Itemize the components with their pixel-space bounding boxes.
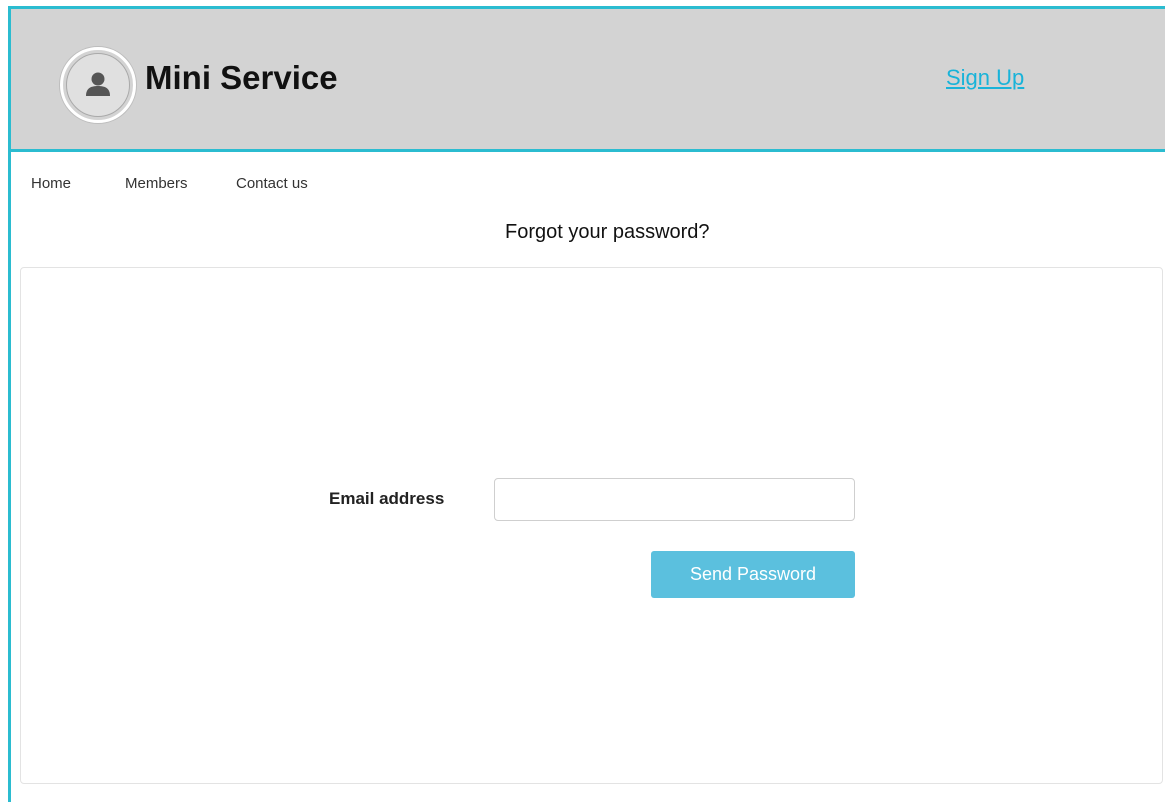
page-title: Forgot your password?	[505, 221, 710, 243]
nav-item-contact-us[interactable]: Contact us	[236, 174, 308, 194]
frame-top-border	[8, 6, 1165, 9]
app-title: Mini Service	[145, 59, 338, 96]
nav-item-home[interactable]: Home	[31, 174, 71, 194]
email-field[interactable]	[494, 478, 855, 521]
user-icon	[86, 72, 110, 96]
email-label: Email address	[329, 489, 445, 508]
forgot-password-panel	[20, 267, 1163, 784]
sign-up-link[interactable]: Sign Up	[946, 64, 1024, 92]
header-divider	[8, 149, 1165, 152]
user-icon-wrapper	[66, 53, 130, 117]
frame-left-border	[8, 6, 11, 802]
send-password-button[interactable]: Send Password	[651, 551, 855, 598]
logo-badge	[60, 47, 136, 123]
nav-item-members[interactable]: Members	[125, 174, 188, 194]
page-frame: Mini Service Sign Up Home Members Contac…	[0, 0, 1165, 802]
